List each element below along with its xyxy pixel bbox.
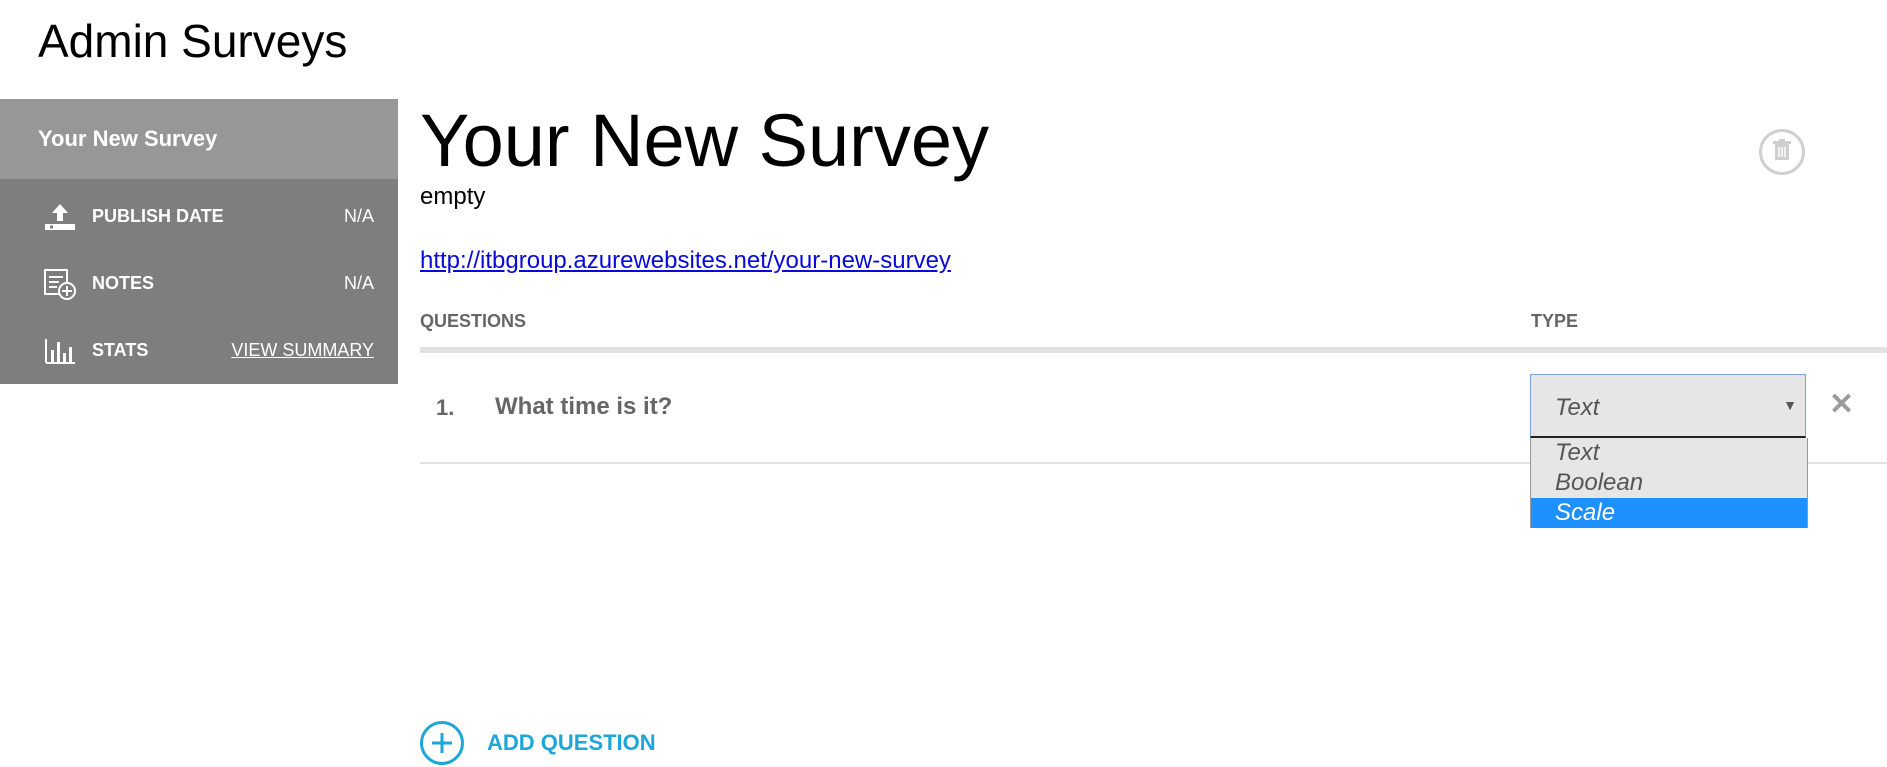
type-dropdown-menu: Text Boolean Scale	[1530, 438, 1808, 528]
add-question-button[interactable]: ADD QUESTION	[420, 721, 656, 765]
notes-value: N/A	[343, 273, 374, 293]
sidebar-survey-title[interactable]: Your New Survey	[0, 99, 398, 179]
sidebar-item-stats: STATS VIEW SUMMARY	[0, 317, 398, 384]
sidebar: Your New Survey PUBLISH DATE N/A NOTES N…	[0, 99, 398, 384]
questions-column-header: QUESTIONS	[420, 311, 527, 331]
question-type-select[interactable]: Text ▼	[1530, 374, 1806, 438]
publish-date-value: N/A	[343, 206, 374, 226]
sidebar-item-notes: NOTES N/A	[0, 250, 398, 317]
sidebar-details: PUBLISH DATE N/A NOTES N/A STATS VIEW SU…	[0, 179, 398, 384]
stats-label: STATS	[92, 340, 149, 360]
question-number: 1.	[436, 395, 455, 420]
sidebar-item-publish-date: PUBLISH DATE N/A	[0, 183, 398, 250]
question-row: 1. What time is it? Text ▼ ✕ Text Boolea…	[420, 353, 1887, 528]
type-option-scale[interactable]: Scale	[1531, 498, 1807, 528]
type-option-boolean[interactable]: Boolean	[1531, 468, 1807, 498]
delete-survey-button[interactable]	[1759, 129, 1805, 175]
upload-icon	[42, 200, 78, 234]
question-text[interactable]: What time is it?	[495, 393, 672, 421]
type-option-text[interactable]: Text	[1531, 438, 1807, 468]
notes-label: NOTES	[92, 273, 155, 293]
survey-url-link[interactable]: http://itbgroup.azurewebsites.net/your-n…	[420, 247, 951, 275]
notes-add-icon	[42, 267, 78, 301]
type-column-header: TYPE	[1531, 311, 1579, 331]
survey-title: Your New Survey	[420, 99, 989, 182]
survey-editor: Your New Survey empty http://itbgroup.az…	[420, 99, 1887, 765]
dropdown-caret-icon: ▼	[1783, 397, 1797, 413]
view-summary-link[interactable]: VIEW SUMMARY	[231, 340, 374, 361]
remove-question-button[interactable]: ✕	[1829, 387, 1854, 422]
app-title: Admin Surveys	[38, 15, 348, 67]
question-type-value: Text	[1555, 394, 1600, 421]
publish-date-label: PUBLISH DATE	[92, 206, 224, 226]
trash-icon	[1772, 138, 1792, 166]
add-question-label: ADD QUESTION	[487, 730, 656, 755]
survey-description: empty	[420, 183, 486, 210]
plus-circle-icon	[420, 721, 464, 765]
bar-chart-icon	[42, 334, 78, 368]
questions-table-header: QUESTIONS TYPE	[420, 311, 1887, 351]
